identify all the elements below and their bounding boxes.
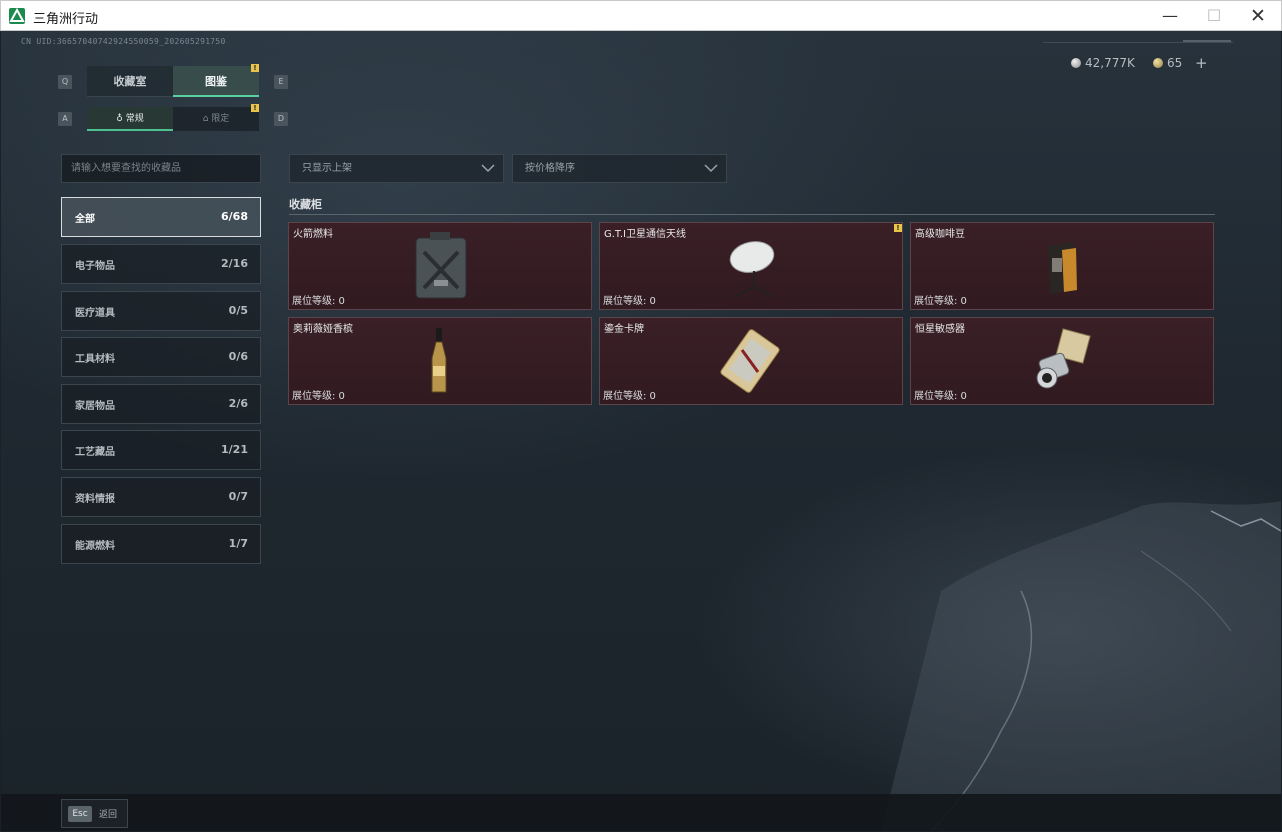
window-titlebar: 三角洲行动 — ☐ ✕ — [0, 0, 1282, 31]
currency-divider-accent — [1183, 40, 1231, 42]
silver-coin-icon — [1071, 58, 1081, 68]
back-button[interactable]: Esc 返回 — [61, 799, 128, 828]
minimize-button[interactable]: — — [1147, 1, 1193, 31]
gold-amount: 65 — [1167, 56, 1183, 70]
category-count: 0/5 — [228, 304, 248, 317]
category-household[interactable]: 家居物品 2/6 — [61, 384, 261, 424]
category-count: 2/16 — [221, 257, 248, 270]
item-level: 展位等级: 0 — [914, 296, 967, 307]
coffee-bag-icon — [1048, 242, 1077, 294]
key-hint-a: A — [58, 112, 72, 126]
subtab-limited[interactable]: ⌂ 限定 — [173, 107, 259, 131]
section-divider — [289, 214, 1215, 215]
item-name: 恒星敏感器 — [915, 324, 965, 335]
item-card[interactable]: 恒星敏感器 展位等级: 0 — [910, 317, 1214, 405]
gilded-card-icon — [720, 329, 780, 393]
subtab-limited-label: 限定 — [211, 114, 230, 124]
item-name: 鎏金卡牌 — [604, 324, 644, 335]
gold-coin-icon — [1153, 58, 1163, 68]
shelf-filter-label: 只显示上架 — [302, 163, 352, 174]
item-level: 展位等级: 0 — [914, 391, 967, 402]
key-hint-q: Q — [58, 75, 72, 89]
close-button[interactable]: ✕ — [1235, 1, 1281, 31]
tab-collection-room[interactable]: 收藏室 — [87, 66, 173, 97]
category-electronics[interactable]: 电子物品 2/16 — [61, 244, 261, 284]
item-card[interactable]: 高级咖啡豆 展位等级: 0 — [910, 222, 1214, 310]
item-card[interactable]: 鎏金卡牌 展位等级: 0 — [599, 317, 903, 405]
category-count: 2/6 — [228, 397, 248, 410]
category-label: 医疗道具 — [75, 308, 115, 319]
champagne-bottle-icon — [431, 328, 447, 393]
item-level: 展位等级: 0 — [603, 391, 656, 402]
category-count: 0/7 — [228, 490, 248, 503]
item-card[interactable]: 火箭燃料 展位等级: 0 — [288, 222, 592, 310]
subtab-notification-badge: ! — [251, 104, 259, 112]
category-label: 工艺藏品 — [75, 447, 115, 458]
game-viewport: CN UID:3665704074292455005​9_20260529175… — [1, 31, 1281, 831]
item-card[interactable]: G.T.I卫星通信天线 ! 展位等级: 0 — [599, 222, 903, 310]
back-label: 返回 — [99, 810, 118, 820]
item-level: 展位等级: 0 — [292, 391, 345, 402]
chevron-down-icon — [704, 164, 718, 173]
regular-icon: ♁ — [116, 114, 126, 124]
category-energy[interactable]: 能源燃料 1/7 — [61, 524, 261, 564]
silver-amount: 42,777K — [1085, 56, 1135, 70]
currency-bar: 42,777K 65 + — [1041, 53, 1231, 75]
category-count: 1/21 — [221, 443, 248, 456]
user-uid: CN UID:3665704074292455005​9_20260529175… — [21, 37, 226, 46]
tab-catalog[interactable]: 图鉴 — [173, 66, 259, 97]
search-input[interactable]: 请输入想要查找的收藏品 — [61, 154, 261, 183]
limited-icon: ⌂ — [202, 114, 212, 124]
category-count: 6/68 — [221, 210, 248, 223]
category-intel[interactable]: 资料情报 0/7 — [61, 477, 261, 517]
category-label: 全部 — [75, 214, 95, 225]
bottom-bar: Esc 返回 — [1, 794, 1281, 831]
subtab-regular[interactable]: ♁ 常规 — [87, 107, 173, 131]
item-name: 火箭燃料 — [293, 229, 333, 240]
category-label: 资料情报 — [75, 494, 115, 505]
category-medical[interactable]: 医疗道具 0/5 — [61, 291, 261, 331]
fuel-canister-icon — [415, 232, 467, 299]
category-label: 电子物品 — [75, 261, 115, 272]
star-sensor-icon — [1036, 328, 1091, 389]
key-hint-d: D — [274, 112, 288, 126]
item-name: 高级咖啡豆 — [915, 229, 965, 240]
tab-notification-badge: ! — [251, 64, 259, 72]
item-name: 奥莉薇娅香槟 — [293, 324, 353, 335]
satellite-dish-icon — [729, 241, 775, 298]
window-title: 三角洲行动 — [33, 12, 99, 27]
key-hint-e: E — [274, 75, 288, 89]
app-logo-icon — [9, 8, 25, 24]
category-tools[interactable]: 工具材料 0/6 — [61, 337, 261, 377]
currency-divider — [1043, 42, 1233, 43]
chevron-down-icon — [481, 164, 495, 173]
sort-dropdown[interactable]: 按价格降序 — [512, 154, 727, 183]
category-label: 家居物品 — [75, 401, 115, 412]
category-count: 1/7 — [228, 537, 248, 550]
section-title: 收藏柜 — [289, 198, 322, 211]
add-currency-button[interactable]: + — [1195, 54, 1208, 72]
category-crafts[interactable]: 工艺藏品 1/21 — [61, 430, 261, 470]
sort-label: 按价格降序 — [525, 163, 575, 174]
item-level: 展位等级: 0 — [292, 296, 345, 307]
category-all[interactable]: 全部 6/68 — [61, 197, 261, 237]
item-name: G.T.I卫星通信天线 — [604, 229, 686, 240]
esc-key-hint: Esc — [68, 806, 92, 822]
item-card[interactable]: 奥莉薇娅香槟 展位等级: 0 — [288, 317, 592, 405]
category-label: 工具材料 — [75, 354, 115, 365]
shelf-filter-dropdown[interactable]: 只显示上架 — [289, 154, 504, 183]
maximize-button[interactable]: ☐ — [1191, 1, 1237, 31]
category-label: 能源燃料 — [75, 541, 115, 552]
category-count: 0/6 — [228, 350, 248, 363]
subtab-regular-label: 常规 — [125, 114, 144, 124]
new-item-badge: ! — [894, 224, 902, 232]
item-level: 展位等级: 0 — [603, 296, 656, 307]
